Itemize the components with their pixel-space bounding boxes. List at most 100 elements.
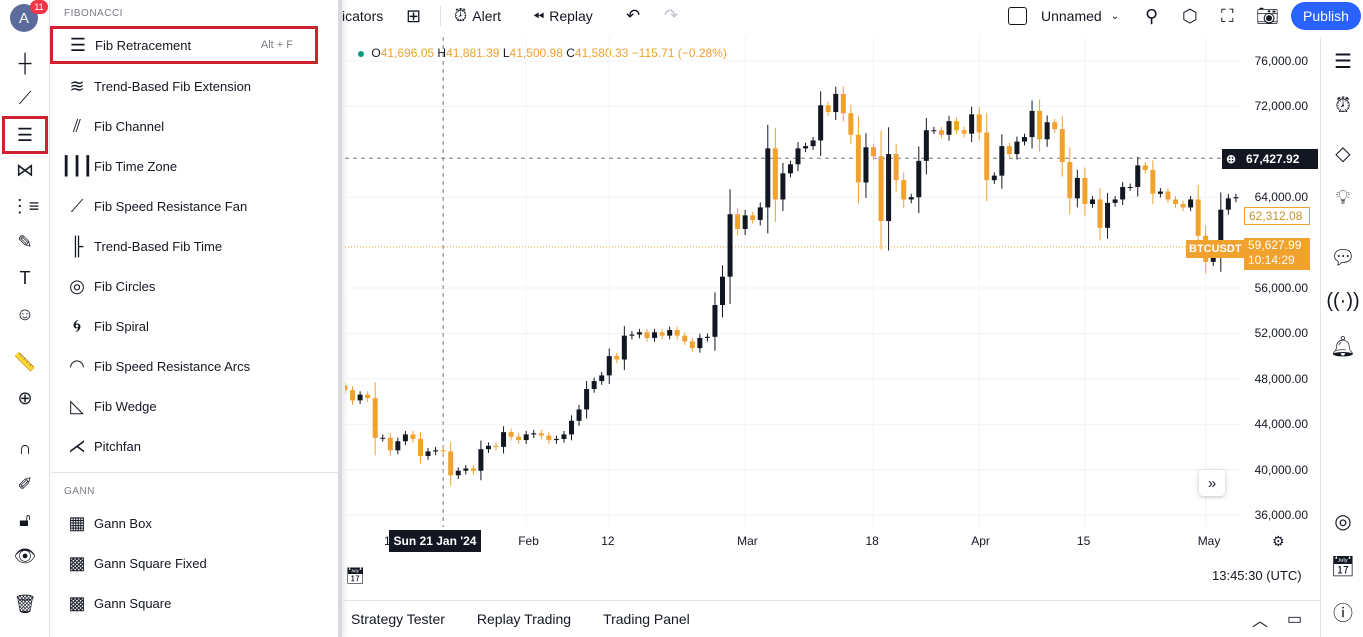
hide-tool[interactable]: 👁︎ xyxy=(6,540,44,572)
fib-wedge-icon: ◺ xyxy=(70,395,84,416)
object-tree-button[interactable]: ◇ xyxy=(1329,139,1357,167)
magnet-icon: ∩ xyxy=(18,437,32,458)
help-button[interactable]: ⓘ xyxy=(1329,597,1357,625)
zoom-tool[interactable]: ⊕ xyxy=(6,382,44,414)
notifications-button[interactable]: 🔔︎ xyxy=(1329,332,1357,360)
menu-item-pitchfan[interactable]: ⋌ Pitchfan xyxy=(52,426,338,466)
redo-button[interactable]: ↷ xyxy=(664,0,678,32)
layout-name-dropdown[interactable]: Unnamed ⌄ xyxy=(1041,0,1119,32)
menu-item-gann-box[interactable]: ▦ Gann Box xyxy=(52,503,338,543)
settings-button[interactable]: ⬡ xyxy=(1182,0,1198,32)
templates-button[interactable]: ⊞ xyxy=(406,0,421,32)
quick-search-button[interactable]: ⚲ xyxy=(1145,0,1158,32)
menu-item-trend-based-fib-extension[interactable]: ≋ Trend-Based Fib Extension xyxy=(52,66,338,106)
text-tool[interactable]: T xyxy=(6,262,44,294)
candle-body xyxy=(1105,202,1111,228)
calendar-button[interactable]: 📅︎ xyxy=(1329,552,1357,580)
menu-item-fib-wedge[interactable]: ◺ Fib Wedge xyxy=(52,386,338,426)
icons-tool[interactable]: ☺ xyxy=(6,298,44,330)
calendar-range-icon: 📅︎ xyxy=(345,568,366,585)
menu-item-gann-square[interactable]: ▩ Gann Square xyxy=(52,583,338,623)
candle-body xyxy=(682,335,688,342)
measure-tool[interactable]: 📏 xyxy=(6,346,44,378)
replay-button[interactable]: ⏪︎ Replay xyxy=(533,0,593,32)
tab-replay-trading[interactable]: Replay Trading xyxy=(477,611,571,627)
indicators-button[interactable]: icators xyxy=(342,0,383,32)
candle-body xyxy=(833,93,839,113)
bell-icon: 🔔︎ xyxy=(1330,335,1356,358)
axis-settings-button[interactable]: ⚙︎ xyxy=(1272,533,1285,550)
trend-line-icon: ⟋ xyxy=(18,87,32,108)
undo-button[interactable]: ↶ xyxy=(626,0,640,32)
prediction-tool[interactable]: ⋮≡ xyxy=(6,190,44,222)
lock-tool[interactable]: 🔓︎ xyxy=(6,504,44,536)
candle-body xyxy=(1044,122,1050,140)
candle-body xyxy=(712,305,718,337)
fullscreen-button[interactable]: ⛶ xyxy=(1221,0,1234,32)
crosshair-price-label: ⊕ 67,427.92 xyxy=(1222,149,1318,169)
fib-channel-icon: ⫽ xyxy=(72,115,82,136)
brush-tool[interactable]: ✎ xyxy=(6,226,44,258)
right-sidebar: ☰ ⏰︎ ◇ 💡︎ 💬︎ ((·)) 🔔︎ ◎ 📅︎ ⓘ xyxy=(1320,37,1363,637)
candle-body xyxy=(863,147,869,183)
dom-button[interactable]: ◎ xyxy=(1329,507,1357,535)
candle-body xyxy=(1067,162,1073,199)
candle-body xyxy=(659,332,665,336)
candle-body xyxy=(380,437,386,439)
menu-item-gann-square-fixed[interactable]: ▩ Gann Square Fixed xyxy=(52,543,338,583)
candle-body xyxy=(402,434,408,442)
tab-trading-panel[interactable]: Trading Panel xyxy=(603,611,690,627)
scroll-to-realtime-button[interactable]: » xyxy=(1199,470,1225,496)
clock-timezone[interactable]: 13:45:30 (UTC) xyxy=(1212,568,1302,583)
collapse-panel-button[interactable]: ︿ xyxy=(1252,607,1268,631)
undo-icon: ↶ xyxy=(626,6,641,25)
time-tick: 12 xyxy=(601,534,615,548)
alerts-button[interactable]: ⏰︎ xyxy=(1329,92,1357,120)
crosshair-tool[interactable]: ┼ xyxy=(6,47,44,79)
candle-body xyxy=(433,450,439,452)
alert-button[interactable]: ⏰︎ Alert xyxy=(454,0,501,32)
patterns-tool[interactable]: ⋈ xyxy=(6,154,44,186)
pitchfan-icon: ⋌ xyxy=(68,435,86,456)
maximize-panel-button[interactable]: ▭ xyxy=(1287,609,1302,629)
candle-body xyxy=(1173,199,1178,205)
menu-item-fib-circles[interactable]: ◎ Fib Circles xyxy=(52,266,338,306)
menu-item-fib-time-zone[interactable]: ┃┃┃ Fib Time Zone xyxy=(52,146,338,186)
publish-button[interactable]: Publish xyxy=(1291,2,1361,30)
price-tick: 48,000.00 xyxy=(1254,371,1308,386)
candle-body xyxy=(538,433,544,436)
stay-drawing-tool[interactable]: ✐ xyxy=(6,468,44,500)
chats-button[interactable]: 💬︎ xyxy=(1329,243,1357,271)
menu-item-trend-based-fib-time[interactable]: ╟ Trend-Based Fib Time xyxy=(52,226,338,266)
streams-button[interactable]: ((·)) xyxy=(1326,287,1360,315)
fib-tools-button[interactable]: ☰ xyxy=(2,116,48,154)
menu-item-fib-channel[interactable]: ⫽ Fib Channel xyxy=(52,106,338,146)
date-range-button[interactable]: 📅︎ xyxy=(345,566,365,586)
menu-item-fib-retracement[interactable]: ☰ Fib Retracement Alt + F xyxy=(50,26,318,64)
price-chart[interactable] xyxy=(345,37,1240,527)
candle-body xyxy=(516,436,522,441)
broadcast-icon: ((·)) xyxy=(1326,289,1360,312)
bar-countdown: 10:14:29 xyxy=(1248,253,1295,267)
watchlist-button[interactable]: ☰ xyxy=(1329,47,1357,75)
crosshair-icon: ┼ xyxy=(18,52,32,73)
ideas-button[interactable]: 💡︎ xyxy=(1329,184,1357,212)
tab-strategy-tester[interactable]: Strategy Tester xyxy=(351,611,445,627)
magnet-tool[interactable]: ∩ xyxy=(6,432,44,464)
menu-item-label: Fib Spiral xyxy=(94,318,149,334)
double-chevron-right-icon: » xyxy=(1207,474,1217,492)
menu-item-fib-speed-resistance-fan[interactable]: ⟋ Fib Speed Resistance Fan xyxy=(52,186,338,226)
snapshot-button[interactable]: 📷︎ xyxy=(1256,0,1279,32)
candle-body xyxy=(871,147,876,157)
candle-body xyxy=(493,445,499,447)
menu-item-fib-speed-resistance-arcs[interactable]: ◠ Fib Speed Resistance Arcs xyxy=(52,346,338,386)
add-alert-plus-icon[interactable]: ⊕ xyxy=(1222,152,1240,166)
candle-body xyxy=(591,381,597,390)
price-axis[interactable]: 76,000.00 72,000.00 64,000.00 56,000.00 52,0… xyxy=(1186,37,1320,552)
menu-item-fib-spiral[interactable]: 🌀︎ Fib Spiral xyxy=(52,306,338,346)
menu-item-label: Fib Time Zone xyxy=(94,158,178,174)
trend-line-tool[interactable]: ⟋ xyxy=(6,82,44,114)
list-icon: ☰ xyxy=(1334,50,1352,73)
layout-checkbox-icon[interactable] xyxy=(1008,7,1027,25)
remove-drawings[interactable]: 🗑︎ xyxy=(6,588,44,620)
